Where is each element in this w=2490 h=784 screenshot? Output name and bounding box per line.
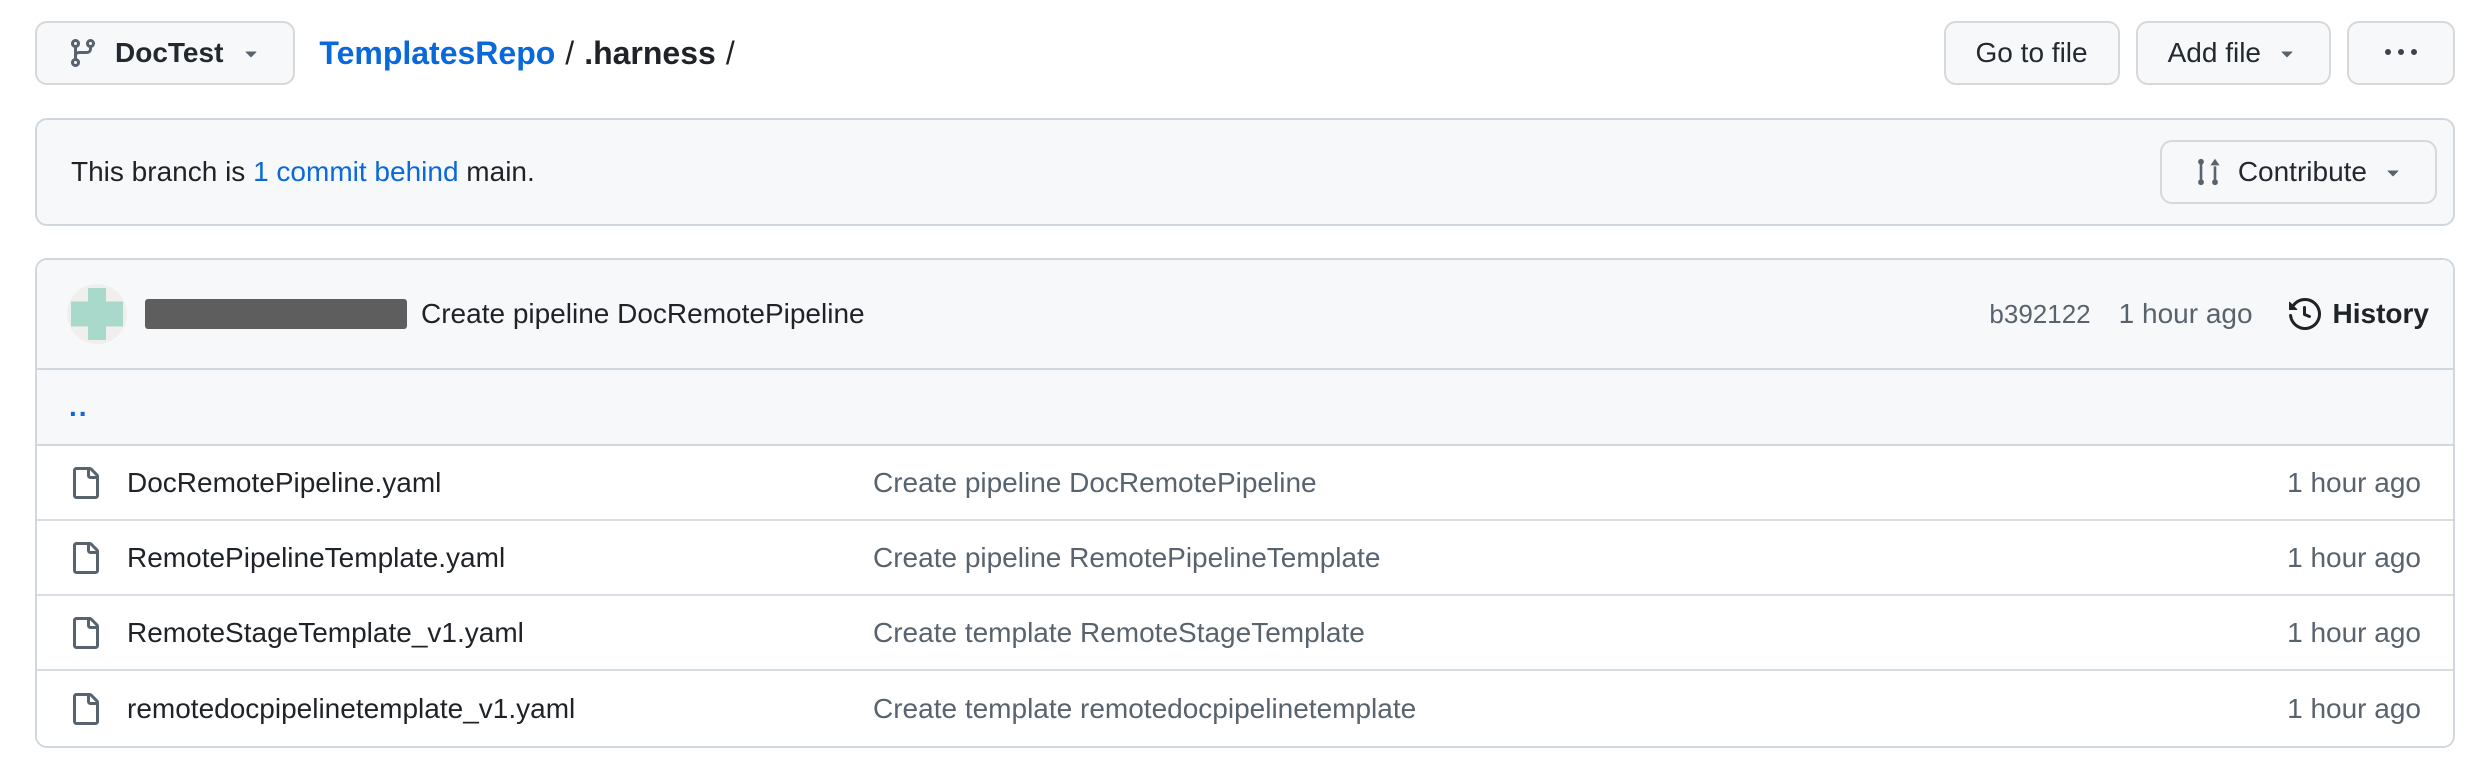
file-updated-time: 1 hour ago (2191, 542, 2421, 574)
branch-name-label: DocTest (115, 37, 223, 69)
branch-selector-button[interactable]: DocTest (35, 21, 295, 85)
commit-author-avatar[interactable] (67, 284, 127, 344)
commit-message-link[interactable]: Create template RemoteStageTemplate (873, 617, 2191, 649)
breadcrumb-trailing-separator: / (726, 35, 735, 72)
go-to-file-label: Go to file (1976, 37, 2088, 69)
git-branch-icon (67, 37, 99, 69)
more-options-button[interactable] (2347, 21, 2455, 85)
table-row: RemotePipelineTemplate.yaml Create pipel… (37, 521, 2453, 596)
contribute-label: Contribute (2238, 156, 2367, 188)
breadcrumb-repo-link[interactable]: TemplatesRepo (319, 35, 555, 72)
add-file-button[interactable]: Add file (2136, 21, 2331, 85)
file-updated-time: 1 hour ago (2191, 617, 2421, 649)
commit-message-link[interactable]: Create template remotedocpipelinetemplat… (873, 693, 2191, 725)
file-name-cell: remotedocpipelinetemplate_v1.yaml (69, 693, 873, 725)
branch-status-text: This branch is 1 commit behind main. (71, 156, 535, 188)
file-icon (69, 542, 101, 574)
table-row: RemoteStageTemplate_v1.yaml Create templ… (37, 596, 2453, 671)
parent-directory-row: .. (37, 370, 2453, 446)
file-name-cell: RemotePipelineTemplate.yaml (69, 542, 873, 574)
commit-hash-link[interactable]: b392122 (1989, 299, 2090, 330)
chevron-down-icon (2381, 160, 2405, 184)
commit-time: 1 hour ago (2119, 298, 2253, 330)
file-icon (69, 467, 101, 499)
go-to-file-button[interactable]: Go to file (1944, 21, 2120, 85)
file-table: Create pipeline DocRemotePipeline b39212… (35, 258, 2455, 748)
file-name-cell: RemoteStageTemplate_v1.yaml (69, 617, 873, 649)
file-name-link[interactable]: RemoteStageTemplate_v1.yaml (127, 617, 524, 649)
history-label: History (2333, 298, 2429, 330)
repo-header: DocTest TemplatesRepo / .harness / Go to… (35, 20, 2455, 86)
breadcrumb: TemplatesRepo / .harness / (319, 35, 734, 72)
breadcrumb-folder: .harness (584, 35, 716, 72)
latest-commit-message-link[interactable]: Create pipeline DocRemotePipeline (421, 298, 865, 330)
commits-behind-link[interactable]: 1 commit behind (253, 156, 458, 187)
file-icon (69, 693, 101, 725)
latest-commit-header: Create pipeline DocRemotePipeline b39212… (37, 260, 2453, 370)
chevron-down-icon (2275, 41, 2299, 65)
add-file-label: Add file (2168, 37, 2261, 69)
file-name-link[interactable]: RemotePipelineTemplate.yaml (127, 542, 505, 574)
chevron-down-icon (239, 41, 263, 65)
file-icon (69, 617, 101, 649)
table-row: DocRemotePipeline.yaml Create pipeline D… (37, 446, 2453, 521)
file-name-link[interactable]: DocRemotePipeline.yaml (127, 467, 441, 499)
history-link[interactable]: History (2289, 298, 2429, 330)
table-row: remotedocpipelinetemplate_v1.yaml Create… (37, 671, 2453, 746)
commit-author-redacted (145, 299, 407, 329)
kebab-horizontal-icon (2385, 37, 2417, 69)
breadcrumb-separator: / (565, 35, 574, 72)
identicon-shape (88, 288, 106, 340)
branch-status-suffix: main. (466, 156, 534, 187)
contribute-button[interactable]: Contribute (2160, 140, 2437, 204)
file-updated-time: 1 hour ago (2191, 467, 2421, 499)
file-name-link[interactable]: remotedocpipelinetemplate_v1.yaml (127, 693, 575, 725)
file-name-cell: DocRemotePipeline.yaml (69, 467, 873, 499)
history-clock-icon (2289, 298, 2321, 330)
contribute-icon (2192, 156, 2224, 188)
branch-status-prefix: This branch is (71, 156, 253, 187)
parent-directory-link[interactable]: .. (69, 391, 89, 423)
branch-status-banner: This branch is 1 commit behind main. Con… (35, 118, 2455, 226)
commit-message-link[interactable]: Create pipeline DocRemotePipeline (873, 467, 2191, 499)
file-updated-time: 1 hour ago (2191, 693, 2421, 725)
commit-message-link[interactable]: Create pipeline RemotePipelineTemplate (873, 542, 2191, 574)
